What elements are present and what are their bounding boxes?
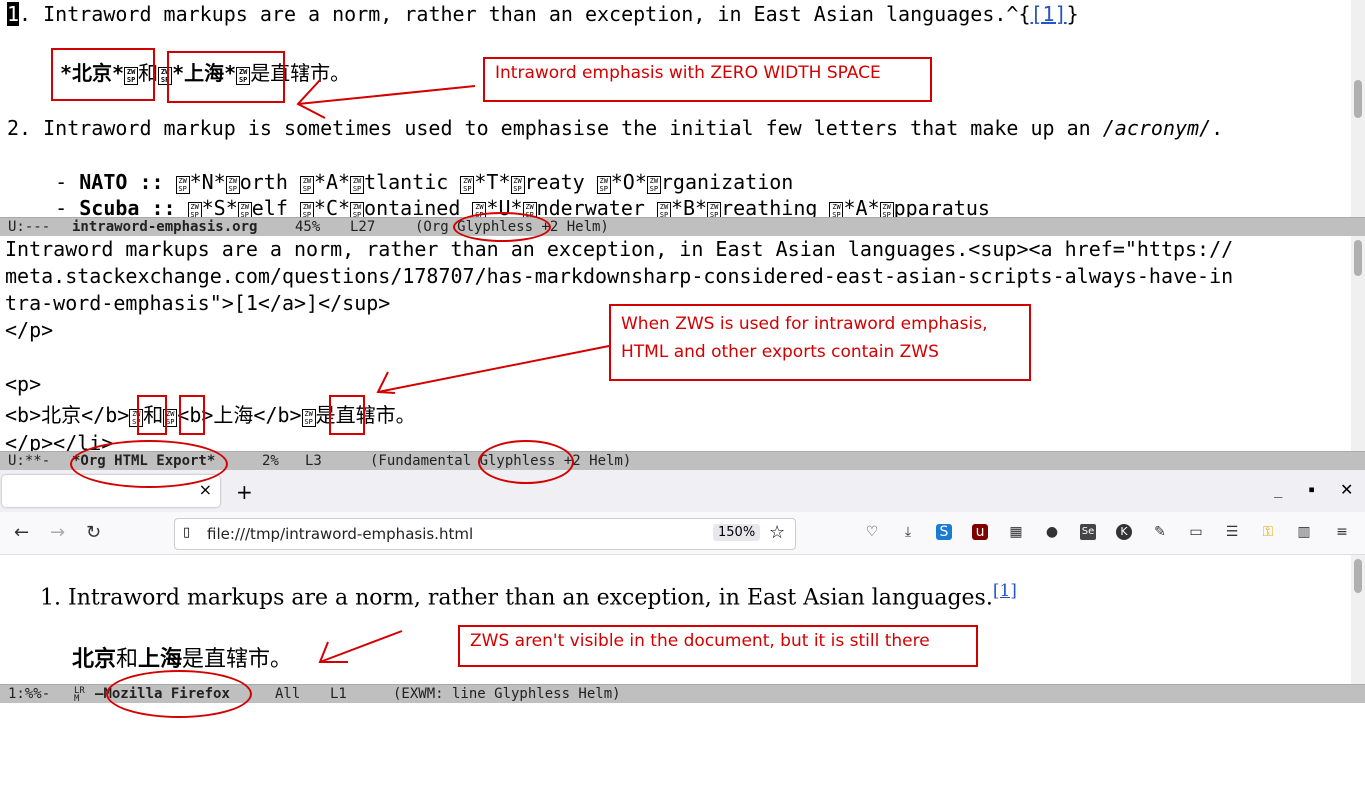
- zws-glyph: ZW SP: [299, 176, 314, 194]
- html-line-6: <p>: [5, 372, 42, 396]
- html-line-2: meta.stackexchange.com/questions/178707/…: [5, 264, 1234, 288]
- highlight-zws-1: [137, 395, 167, 435]
- minimize-icon[interactable]: _: [1274, 482, 1282, 498]
- reload-icon[interactable]: ↻: [86, 522, 101, 543]
- text-cursor: 1: [7, 2, 20, 26]
- html-line-1: Intraword markups are a norm, rather tha…: [5, 237, 1234, 261]
- extension-icon[interactable]: ●: [1044, 524, 1060, 540]
- buffer-name[interactable]: – Mozilla Firefox: [95, 685, 230, 703]
- close-tab-icon[interactable]: ×: [199, 480, 212, 499]
- selenium-icon[interactable]: Se: [1080, 524, 1096, 540]
- zws-glyph: ZW SP: [350, 202, 365, 218]
- org-scrollbar[interactable]: [1351, 0, 1365, 218]
- footnote-link[interactable]: [1]: [1031, 2, 1067, 26]
- reader-icon[interactable]: ☰: [1224, 524, 1240, 540]
- org-line-nato: - NATO :: ZW SP *N* ZW SP orth ZW SP *A* ZW SP tla…: [7, 170, 794, 194]
- annotation-1: Intraword emphasis with ZERO WIDTH SPACE: [483, 57, 932, 102]
- zws-glyph: ZW SP: [829, 202, 844, 218]
- html-scrollbar[interactable]: [1351, 236, 1365, 452]
- footnote-link[interactable]: [1]: [993, 581, 1017, 601]
- org-line-2: 2. Intraword markup is sometimes used to…: [7, 116, 1224, 140]
- buffer-name[interactable]: intraword-emphasis.org: [72, 218, 257, 236]
- zws-glyph: ZW SP: [237, 202, 252, 218]
- grid-icon[interactable]: ▦: [1008, 524, 1024, 540]
- firefox-scroll-thumb[interactable]: [1354, 559, 1362, 593]
- zws-glyph: ZW SP: [187, 202, 202, 218]
- modeline-org: U:--- intraword-emphasis.org 45% L27 (Or…: [0, 217, 1365, 236]
- page-icon: ▯: [183, 525, 191, 540]
- close-window-icon[interactable]: ✕: [1340, 480, 1353, 499]
- firefox-toolbar: ← → ↻ ▯ file:///tmp/intraword-emphasis.h…: [0, 512, 1365, 555]
- highlight-zws-3: [329, 395, 365, 435]
- url-bar[interactable]: ▯ file:///tmp/intraword-emphasis.html 15…: [174, 518, 796, 550]
- new-tab-button[interactable]: +: [236, 480, 253, 504]
- highlight-export-buffer: [70, 440, 228, 488]
- lr-indicator: LR M: [74, 686, 85, 704]
- zws-glyph: ZW SP: [299, 202, 314, 218]
- highlight-box-shanghai: [167, 51, 285, 103]
- zws-glyph: ZW SP: [656, 202, 671, 218]
- zws-glyph: ZW SP: [646, 176, 661, 194]
- zws-glyph: ZW SP: [510, 176, 525, 194]
- annotation-3: ZWS aren't visible in the document, but …: [458, 625, 978, 667]
- menu-icon[interactable]: ≡: [1334, 524, 1350, 540]
- k-icon[interactable]: K: [1116, 524, 1132, 540]
- zws-glyph: ZW SP: [879, 202, 894, 218]
- org-buffer-pane[interactable]: 1. Intraword markups are a norm, rather …: [0, 0, 1350, 218]
- html-line-3: tra-word-emphasis">[1</a>]</sup>: [5, 291, 391, 315]
- zws-glyph: ZW SP: [175, 176, 190, 194]
- firefox-scrollbar[interactable]: [1351, 555, 1365, 685]
- list-item-1: 1. Intraword markups are a norm, rather …: [40, 581, 1017, 611]
- chinese-line: 北京和上海是直辖市。: [72, 647, 293, 672]
- html-line-4: </p>: [5, 318, 54, 342]
- org-scroll-thumb[interactable]: [1354, 80, 1362, 118]
- back-icon[interactable]: ←: [14, 522, 29, 543]
- trash-icon[interactable]: ▥: [1296, 524, 1312, 540]
- zws-glyph: ZW SP: [350, 176, 365, 194]
- zws-glyph: ZW SP: [301, 409, 316, 427]
- extension-s-icon[interactable]: S: [936, 524, 952, 540]
- download-icon[interactable]: ⤓: [900, 524, 916, 540]
- bookmark-star-icon[interactable]: ☆: [769, 522, 785, 543]
- highlight-box-beijing: [51, 48, 155, 101]
- zws-glyph: ZW SP: [225, 176, 240, 194]
- org-line-1: 1. Intraword markups are a norm, rather …: [7, 2, 1079, 26]
- zws-glyph: ZW SP: [596, 176, 611, 194]
- highlight-glyphless-1: [453, 212, 551, 242]
- highlight-glyphless-2: [478, 440, 574, 484]
- url-text[interactable]: file:///tmp/intraword-emphasis.html: [207, 525, 473, 543]
- html-scroll-thumb[interactable]: [1354, 240, 1362, 276]
- maximize-icon[interactable]: ▪: [1308, 482, 1315, 496]
- annotation-2: When ZWS is used for intraword emphasis,…: [609, 304, 1031, 381]
- key-icon[interactable]: ⚿: [1260, 524, 1276, 540]
- pocket-icon[interactable]: ♡: [864, 524, 880, 540]
- zws-glyph: ZW SP: [460, 176, 475, 194]
- ublock-icon[interactable]: u: [972, 524, 988, 540]
- forward-icon[interactable]: →: [50, 522, 65, 543]
- document-icon[interactable]: ▭: [1188, 524, 1204, 540]
- zws-glyph: ZW SP: [707, 202, 722, 218]
- edit-icon[interactable]: ✎: [1152, 524, 1168, 540]
- zoom-indicator[interactable]: 150%: [713, 524, 761, 541]
- highlight-firefox-buffer: [106, 670, 252, 718]
- highlight-zws-2: [179, 395, 205, 435]
